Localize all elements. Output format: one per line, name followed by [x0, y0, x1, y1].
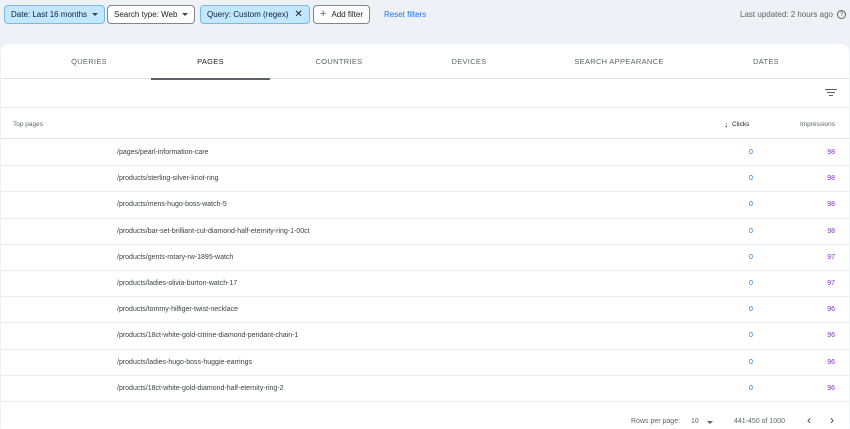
- clicks-value: 0: [749, 201, 753, 209]
- table-row[interactable]: /products/mens-hugo-boss-watch-5 0 98: [1, 192, 849, 219]
- arrow-down-icon: ↓: [724, 120, 728, 129]
- clicks-value: 0: [749, 306, 753, 314]
- last-updated: Last updated: 2 hours ago ?: [740, 10, 846, 19]
- page-url[interactable]: /products/gents-rotary-rw-1895-watch: [117, 254, 233, 261]
- chevron-down-icon[interactable]: [707, 421, 713, 424]
- clicks-value: 0: [749, 253, 753, 261]
- table-body: /pages/pearl-information-care 0 98 /prod…: [1, 140, 849, 402]
- impressions-value: 98: [827, 175, 835, 183]
- clicks-value: 0: [749, 358, 753, 366]
- clicks-value: 0: [749, 279, 753, 287]
- chevron-down-icon: [182, 13, 189, 16]
- impressions-value: 98: [827, 149, 835, 156]
- clicks-value: 0: [749, 175, 753, 183]
- tab-devices[interactable]: DEVICES: [404, 44, 534, 79]
- search-type-label: Search type: Web: [114, 10, 178, 19]
- dimension-tabs: QUERIES PAGES COUNTRIES DEVICES SEARCH A…: [1, 44, 849, 80]
- page-url[interactable]: /products/18ct-white-gold-diamond-half-e…: [117, 385, 284, 392]
- close-icon[interactable]: ✕: [294, 9, 302, 20]
- performance-card: QUERIES PAGES COUNTRIES DEVICES SEARCH A…: [1, 44, 849, 429]
- impressions-value: 97: [827, 279, 835, 287]
- rows-per-page-label: Rows per page:: [631, 418, 681, 425]
- tab-pages[interactable]: PAGES: [151, 44, 270, 80]
- clicks-value: 0: [749, 332, 753, 340]
- impressions-value: 96: [827, 384, 835, 392]
- clicks-value: 0: [749, 227, 753, 235]
- column-header-clicks[interactable]: ↓ Clicks: [724, 120, 749, 129]
- table-toolbar: [1, 80, 849, 108]
- tab-countries[interactable]: COUNTRIES: [274, 44, 404, 79]
- page-url[interactable]: /products/tommy-hilfiger-twist-necklace: [117, 306, 238, 313]
- table-row[interactable]: /products/18ct-white-gold-diamond-half-e…: [1, 376, 849, 402]
- impressions-value: 98: [827, 227, 835, 235]
- add-filter-button[interactable]: + Add filter: [313, 5, 371, 24]
- add-filter-label: Add filter: [331, 10, 364, 19]
- table-row[interactable]: /pages/pearl-information-care 0 98: [1, 140, 849, 167]
- impressions-value: 96: [827, 358, 835, 366]
- page-url[interactable]: /pages/pearl-information-care: [117, 149, 208, 156]
- page-url[interactable]: /products/mens-hugo-boss-watch-5: [117, 201, 227, 208]
- column-header-clicks-label: Clicks: [732, 121, 750, 128]
- table-row[interactable]: /products/tommy-hilfiger-twist-necklace …: [1, 297, 849, 324]
- page-url[interactable]: /products/18ct-white-gold-citrine-diamon…: [117, 332, 298, 339]
- date-filter-label: Date: Last 16 months: [11, 10, 88, 19]
- impressions-value: 98: [827, 201, 835, 209]
- filter-bar: Date: Last 16 months Search type: Web Qu…: [0, 0, 850, 30]
- table-header: Top pages ↓ Clicks Impressions: [1, 109, 849, 139]
- table-row[interactable]: /products/ladies-hugo-boss-huggie-earrin…: [1, 350, 849, 376]
- page-url[interactable]: /products/ladies-hugo-boss-huggie-earrin…: [117, 359, 252, 366]
- date-filter-chip[interactable]: Date: Last 16 months: [4, 5, 106, 24]
- plus-icon: +: [320, 8, 327, 20]
- query-filter-chip[interactable]: Query: Custom (regex) ✕: [200, 5, 310, 24]
- table-row[interactable]: /products/sterling-silver-knot-ring 0 98: [1, 166, 849, 193]
- table-row[interactable]: /products/bar-set-brilliant-cut-diamond-…: [1, 219, 849, 245]
- table-row[interactable]: /products/18ct-white-gold-citrine-diamon…: [1, 323, 849, 350]
- page-url[interactable]: /products/sterling-silver-knot-ring: [117, 175, 219, 182]
- tab-dates[interactable]: DATES: [701, 44, 831, 79]
- column-header-pages: Top pages: [13, 121, 43, 128]
- table-row[interactable]: /products/ladies-olivia-burton-watch-17 …: [1, 271, 849, 298]
- reset-filters-link[interactable]: Reset filters: [384, 10, 426, 19]
- tab-queries[interactable]: QUERIES: [24, 44, 154, 79]
- chevron-right-icon[interactable]: ›: [830, 414, 834, 426]
- search-type-chip[interactable]: Search type: Web: [107, 5, 196, 24]
- page-url[interactable]: /products/bar-set-brilliant-cut-diamond-…: [117, 228, 310, 235]
- tab-search-appearance[interactable]: SEARCH APPEARANCE: [534, 44, 704, 79]
- clicks-value: 0: [749, 149, 753, 156]
- chevron-left-icon[interactable]: ‹: [807, 414, 811, 426]
- last-updated-text: Last updated: 2 hours ago: [740, 10, 833, 19]
- filter-rows-icon[interactable]: [825, 88, 837, 98]
- query-filter-label: Query: Custom (regex): [207, 10, 289, 19]
- clicks-value: 0: [749, 384, 753, 392]
- impressions-value: 96: [827, 306, 835, 314]
- table-row[interactable]: /products/gents-rotary-rw-1895-watch 0 9…: [1, 245, 849, 271]
- page-url[interactable]: /products/ladies-olivia-burton-watch-17: [117, 280, 237, 287]
- rows-per-page-select[interactable]: 10: [691, 418, 699, 425]
- help-icon[interactable]: ?: [837, 10, 846, 19]
- pagination: Rows per page: 10 441-450 of 1000 ‹ ›: [1, 408, 849, 429]
- column-header-impressions[interactable]: Impressions: [800, 121, 835, 128]
- impressions-value: 96: [827, 332, 835, 340]
- chevron-down-icon: [92, 13, 99, 16]
- page-range: 441-450 of 1000: [734, 418, 785, 425]
- impressions-value: 97: [827, 253, 835, 261]
